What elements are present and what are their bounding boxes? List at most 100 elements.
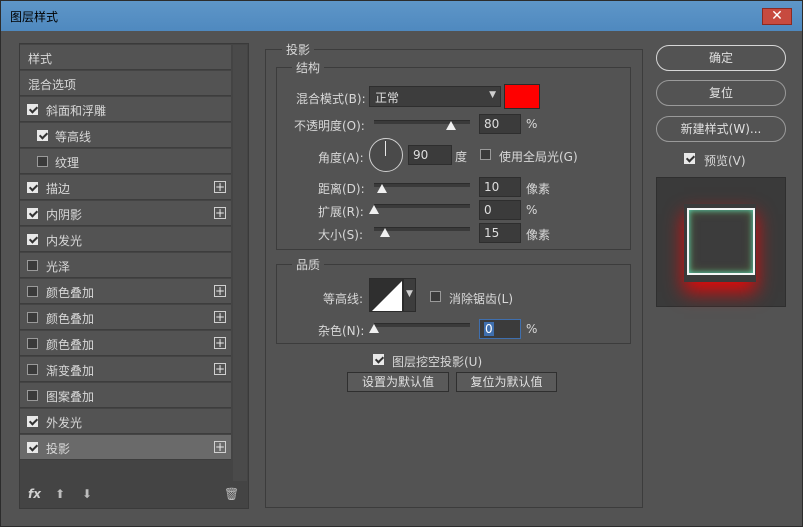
anti-alias-checkbox[interactable]: [430, 291, 441, 302]
style-list-item[interactable]: 外发光: [20, 409, 231, 434]
style-label: 颜色叠加: [46, 312, 95, 326]
preview-checkbox[interactable]: [684, 153, 695, 164]
ok-button[interactable]: 确定: [656, 45, 786, 71]
size-unit: 像素: [526, 228, 551, 242]
contour-curve-icon: [370, 279, 402, 311]
style-checkbox[interactable]: [27, 260, 38, 271]
quality-title: 品质: [292, 256, 325, 273]
style-label: 渐变叠加: [46, 364, 95, 378]
style-list-item[interactable]: 颜色叠加 +: [20, 305, 231, 330]
blend-mode-value: 正常: [375, 91, 400, 105]
opacity-label: 不透明度(O):: [294, 119, 365, 133]
noise-slider[interactable]: [374, 323, 470, 327]
style-list-item[interactable]: 颜色叠加 +: [20, 331, 231, 356]
distance-slider[interactable]: [374, 183, 470, 187]
style-list-item[interactable]: 描边 +: [20, 175, 231, 200]
style-list-item[interactable]: 样式: [20, 45, 231, 70]
contour-label: 等高线:: [323, 292, 364, 306]
contour-preview[interactable]: [369, 278, 403, 312]
spread-slider[interactable]: [374, 204, 470, 208]
style-label: 等高线: [55, 130, 92, 144]
drop-shadow-title: 投影: [282, 41, 315, 58]
style-list-item[interactable]: 混合选项: [20, 71, 231, 96]
style-list-item[interactable]: 纹理: [20, 149, 231, 174]
shadow-color-swatch[interactable]: [504, 84, 540, 109]
blend-mode-select[interactable]: 正常 ▼: [369, 86, 501, 107]
add-icon[interactable]: +: [214, 337, 226, 349]
style-checkbox[interactable]: [27, 286, 38, 297]
style-checkbox[interactable]: [27, 338, 38, 349]
noise-slider-thumb[interactable]: [369, 324, 379, 333]
style-preview: [656, 177, 786, 307]
global-light-checkbox[interactable]: [480, 149, 491, 160]
add-icon[interactable]: +: [214, 181, 226, 193]
angle-input[interactable]: 90: [408, 145, 452, 165]
chevron-down-icon: ▼: [489, 90, 496, 100]
preview-label: 预览(V): [704, 154, 746, 168]
preview-swatch: [687, 208, 755, 275]
global-light-label: 使用全局光(G): [499, 150, 578, 164]
style-label: 投影: [46, 442, 71, 456]
distance-input[interactable]: 10: [479, 177, 521, 197]
reset-default-button[interactable]: 复位为默认值: [456, 372, 557, 392]
style-label: 内发光: [46, 234, 83, 248]
style-list-item[interactable]: 等高线: [20, 123, 231, 148]
add-icon[interactable]: +: [214, 441, 226, 453]
style-checkbox[interactable]: [37, 130, 48, 141]
style-checkbox[interactable]: [27, 390, 38, 401]
opacity-slider-thumb[interactable]: [445, 121, 456, 130]
style-label: 斜面和浮雕: [46, 104, 107, 118]
fx-icon[interactable]: fx: [28, 487, 41, 501]
size-input[interactable]: 15: [479, 223, 521, 243]
opacity-unit: %: [526, 117, 538, 131]
size-slider-thumb[interactable]: [380, 228, 390, 237]
new-style-button[interactable]: 新建样式(W)...: [656, 116, 786, 142]
spread-slider-thumb[interactable]: [369, 205, 379, 214]
spread-input[interactable]: 0: [479, 200, 521, 220]
style-list-item[interactable]: 内阴影 +: [20, 201, 231, 226]
style-label: 颜色叠加: [46, 338, 95, 352]
styles-bottom-bar: fx ⬆ ⬇ 🗑: [20, 483, 248, 508]
distance-label: 距离(D):: [318, 182, 365, 196]
noise-value: 0: [484, 322, 494, 336]
angle-dial[interactable]: [369, 138, 403, 172]
style-list-item[interactable]: 颜色叠加 +: [20, 279, 231, 304]
style-checkbox[interactable]: [27, 416, 38, 427]
opacity-input[interactable]: 80: [479, 114, 521, 134]
spread-label: 扩展(R):: [318, 205, 364, 219]
style-list-item[interactable]: 渐变叠加 +: [20, 357, 231, 382]
style-label: 图案叠加: [46, 390, 95, 404]
noise-input[interactable]: 0: [479, 319, 521, 339]
style-label: 光泽: [46, 260, 71, 274]
layer-style-dialog: 图层样式 ✕ 样式 混合选项斜面和浮雕等高线纹理 描边 + 内阴影 + 内发光光泽颜色叠加 +…: [0, 0, 803, 527]
move-down-icon[interactable]: ⬇: [82, 487, 92, 501]
styles-scrollbar[interactable]: [233, 45, 247, 481]
style-list-item[interactable]: 斜面和浮雕: [20, 97, 231, 122]
style-checkbox[interactable]: [27, 208, 38, 219]
add-icon[interactable]: +: [214, 311, 226, 323]
reset-button[interactable]: 复位: [656, 80, 786, 106]
style-checkbox[interactable]: [27, 364, 38, 375]
add-icon[interactable]: +: [214, 207, 226, 219]
window-title: 图层样式: [10, 10, 59, 24]
style-list-item[interactable]: 图案叠加: [20, 383, 231, 408]
style-list-item[interactable]: 内发光: [20, 227, 231, 252]
distance-slider-thumb[interactable]: [377, 184, 387, 193]
style-list-item[interactable]: 光泽: [20, 253, 231, 278]
trash-icon[interactable]: 🗑: [224, 487, 239, 501]
style-list-item[interactable]: 投影 +: [20, 435, 231, 460]
style-checkbox[interactable]: [27, 442, 38, 453]
add-icon[interactable]: +: [214, 363, 226, 375]
style-checkbox[interactable]: [27, 182, 38, 193]
add-icon[interactable]: +: [214, 285, 226, 297]
style-checkbox[interactable]: [27, 104, 38, 115]
style-checkbox[interactable]: [37, 156, 48, 167]
style-checkbox[interactable]: [27, 312, 38, 323]
move-up-icon[interactable]: ⬆: [55, 487, 65, 501]
knockout-checkbox[interactable]: [373, 354, 384, 365]
style-checkbox[interactable]: [27, 234, 38, 245]
contour-dropdown[interactable]: ▼: [403, 278, 416, 312]
close-button[interactable]: ✕: [762, 8, 792, 25]
styles-list: 样式 混合选项 斜面和浮雕 等高线 纹理 描边 + 内阴影 + 内发光 光泽 颜色叠加 + 颜色叠加 + 颜色…: [20, 45, 232, 481]
set-default-button[interactable]: 设置为默认值: [347, 372, 449, 392]
